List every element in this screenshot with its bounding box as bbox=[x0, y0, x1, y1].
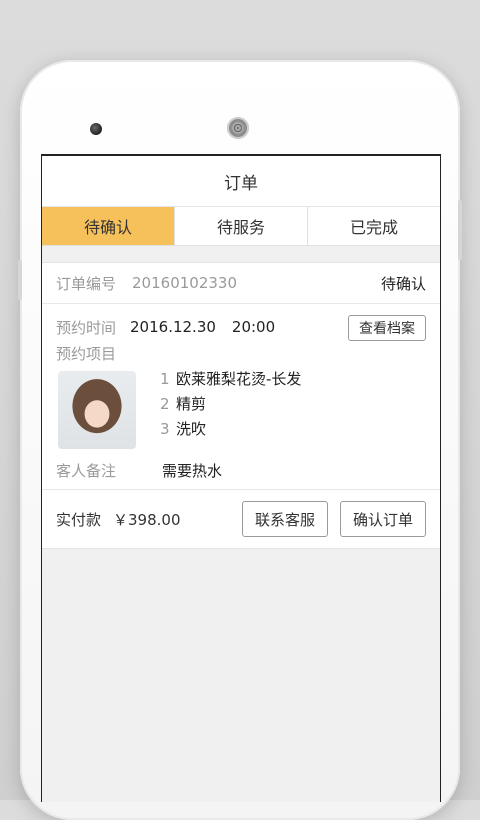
tab-pending-confirm[interactable]: 待确认 bbox=[42, 207, 174, 245]
customer-avatar bbox=[58, 371, 136, 449]
list-item: 1 欧莱雅梨花烫-长发 bbox=[160, 369, 302, 389]
customer-note-row: 客人备注 需要热水 bbox=[56, 460, 222, 481]
contact-service-button[interactable]: 联系客服 bbox=[241, 501, 328, 537]
order-number-row: 订单编号 20160102330 待确认 bbox=[42, 263, 440, 304]
appointment-items-label: 预约项目 bbox=[56, 344, 117, 363]
front-camera-icon bbox=[90, 123, 102, 135]
power-button bbox=[458, 200, 462, 260]
order-number-label: 订单编号 bbox=[56, 274, 117, 293]
service-item-name: 欧莱雅梨花烫-长发 bbox=[176, 370, 302, 388]
appointment-time-label: 预约时间 bbox=[56, 318, 117, 337]
volume-button bbox=[18, 260, 22, 300]
list-item: 2 精剪 bbox=[160, 394, 207, 414]
nav-bar: 订单 bbox=[42, 156, 440, 207]
appointment-date: 2016.12.30 bbox=[130, 318, 216, 336]
list-item: 3 洗吹 bbox=[160, 419, 207, 439]
service-item-name: 精剪 bbox=[176, 395, 207, 413]
items-label-row: 预约项目 bbox=[56, 342, 426, 364]
pay-amount: ￥398.00 bbox=[113, 510, 181, 529]
customer-note-label: 客人备注 bbox=[56, 462, 117, 480]
page-title: 订单 bbox=[224, 173, 258, 194]
order-footer: 实付款 ￥398.00 联系客服 确认订单 bbox=[42, 490, 440, 548]
appointment-time: 20:00 bbox=[231, 318, 276, 336]
tab-bar: 待确认 待服务 已完成 bbox=[42, 207, 440, 246]
confirm-order-button[interactable]: 确认订单 bbox=[339, 501, 426, 537]
pay-label: 实付款 bbox=[56, 510, 102, 529]
speaker-icon bbox=[227, 117, 249, 139]
view-profile-button[interactable]: 查看档案 bbox=[348, 315, 426, 341]
customer-note: 需要热水 bbox=[162, 462, 223, 480]
service-items-list: 1 欧莱雅梨花烫-长发 2 精剪 3 洗吹 bbox=[160, 366, 301, 441]
tab-pending-service[interactable]: 待服务 bbox=[174, 207, 307, 245]
tab-completed[interactable]: 已完成 bbox=[307, 207, 440, 245]
order-number: 20160102330 bbox=[132, 274, 237, 292]
service-item-name: 洗吹 bbox=[176, 420, 207, 438]
screen: 订单 待确认 待服务 已完成 订单编号 20160102330 待确认 预约时间… bbox=[41, 154, 441, 802]
order-status: 待确认 bbox=[380, 274, 426, 293]
